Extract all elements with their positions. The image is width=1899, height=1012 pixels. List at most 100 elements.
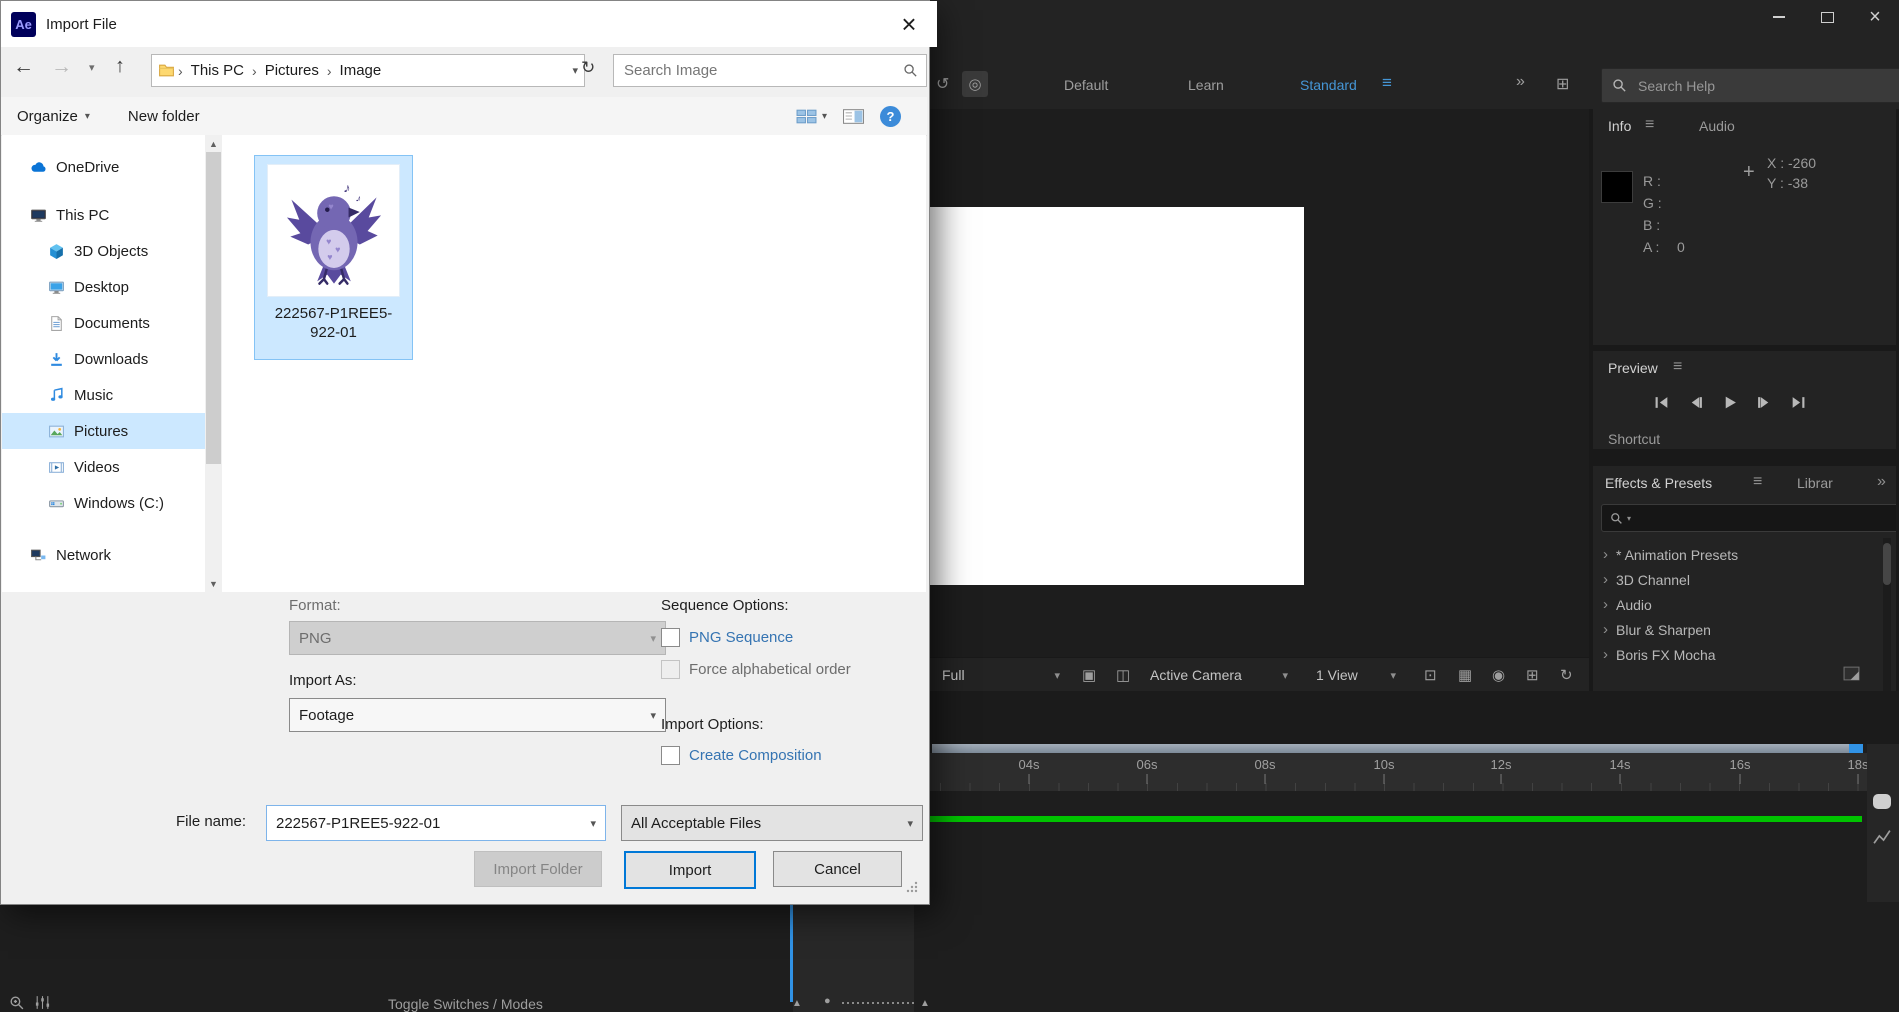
effects-tree-item[interactable]: › Blur & Sharpen (1603, 621, 1711, 638)
grid-guides-icon[interactable]: ▣ (1082, 666, 1096, 684)
back-button[interactable]: ← (13, 55, 34, 79)
panel-menu-icon[interactable]: ≡ (1753, 473, 1762, 491)
png-sequence-checkbox[interactable] (661, 628, 680, 647)
tab-libraries[interactable]: Librar (1797, 475, 1833, 491)
png-sequence-row[interactable]: PNG Sequence (661, 628, 793, 647)
scroll-up-icon[interactable]: ▲ (920, 998, 930, 1009)
scrollbar-thumb[interactable] (206, 152, 221, 464)
preview-pane-icon[interactable] (843, 108, 864, 125)
organize-menu[interactable]: Organize ▾ (17, 108, 90, 125)
choose-grid-icon[interactable]: ▦ (1458, 666, 1472, 684)
workspace-tab-learn[interactable]: Learn (1188, 77, 1224, 93)
exposure-icon[interactable]: ↻ (1560, 666, 1573, 684)
sidebar-item-downloads[interactable]: Downloads (2, 341, 205, 377)
breadcrumb-item-this-pc[interactable]: This PC (186, 62, 249, 79)
toggle-switches-button[interactable]: Toggle Switches / Modes (388, 996, 543, 1012)
first-frame-button[interactable] (1649, 391, 1675, 413)
file-type-dropdown[interactable]: All Acceptable Files ▾ (621, 805, 923, 841)
scroll-down-arrow[interactable]: ▼ (205, 575, 222, 592)
transparency-grid-icon[interactable]: ◫ (1116, 666, 1130, 684)
scroll-up-arrow[interactable]: ▲ (205, 135, 222, 152)
flowchart-icon[interactable]: ⊞ (1526, 666, 1539, 684)
breadcrumb-item-image[interactable]: Image (335, 62, 387, 79)
import-button[interactable]: Import (624, 851, 756, 889)
camera-dropdown[interactable]: Active Camera ▾ (1150, 658, 1288, 692)
sidebar-item-onedrive[interactable]: OneDrive (2, 149, 205, 185)
view-layout-dropdown[interactable]: 1 View ▾ (1316, 658, 1396, 692)
navigator-handle-icon[interactable]: ● (824, 995, 831, 1007)
file-name-input[interactable] (267, 814, 591, 832)
last-frame-button[interactable] (1785, 391, 1811, 413)
tab-audio[interactable]: Audio (1699, 118, 1735, 134)
switches-columns-icon[interactable] (34, 994, 51, 1011)
help-button[interactable]: ? (880, 105, 901, 127)
chevron-down-icon[interactable]: ▾ (590, 817, 605, 830)
cancel-button[interactable]: Cancel (773, 851, 902, 887)
change-view-button[interactable]: ▾ (796, 108, 827, 125)
panel-corner-widget-icon[interactable] (1843, 666, 1860, 681)
sidebar-item-windows-c[interactable]: Windows (C:) (2, 485, 205, 521)
import-as-dropdown[interactable]: Footage ▾ (289, 698, 666, 732)
recent-locations-icon[interactable]: ▾ (89, 61, 95, 74)
current-time-indicator-line[interactable] (790, 902, 793, 1002)
help-search-input[interactable] (1636, 76, 1899, 95)
create-composition-checkbox[interactable] (661, 746, 680, 765)
workspace-tab-default[interactable]: Default (1064, 77, 1108, 93)
new-folder-button[interactable]: New folder (128, 108, 200, 125)
magnification-dropdown[interactable]: Full ▾ (942, 658, 1060, 692)
sidebar-item-videos[interactable]: Videos (2, 449, 205, 485)
zoom-timeline-icon[interactable] (8, 994, 25, 1011)
close-window-button[interactable]: × (1851, 0, 1899, 34)
search-input[interactable] (622, 61, 903, 80)
file-name-combo[interactable]: ▾ (266, 805, 606, 841)
panel-menu-icon[interactable]: ≡ (1645, 116, 1654, 134)
scroll-up-icon[interactable]: ▲ (792, 998, 802, 1009)
maximize-button[interactable] (1803, 0, 1851, 34)
workspace-tab-standard[interactable]: Standard (1300, 77, 1357, 93)
composition-canvas[interactable] (928, 207, 1304, 585)
region-of-interest-icon[interactable]: ⊡ (1424, 666, 1437, 684)
camera-tool-icon[interactable]: ◎ (962, 71, 988, 97)
tab-preview[interactable]: Preview (1608, 360, 1658, 376)
panel-overflow-icon[interactable]: » (1877, 473, 1886, 491)
sidebar-item-music[interactable]: Music (2, 377, 205, 413)
timeline-navigator-handle[interactable] (1849, 744, 1863, 753)
minimize-button[interactable] (1755, 0, 1803, 34)
forward-button[interactable]: → (51, 55, 72, 79)
address-dropdown-icon[interactable]: ▾ (572, 64, 578, 77)
import-folder-button[interactable]: Import Folder (474, 851, 602, 887)
time-ruler[interactable]: 04s 06s 08s 10s 12s 14s 16s 18s (928, 753, 1867, 791)
effects-tree-item[interactable]: › 3D Channel (1603, 571, 1690, 588)
sidebar-item-pictures[interactable]: Pictures (2, 413, 205, 449)
next-frame-button[interactable] (1751, 391, 1777, 413)
tab-info[interactable]: Info (1608, 118, 1631, 134)
refresh-button[interactable]: ↻ (581, 58, 595, 78)
breadcrumb-item-pictures[interactable]: Pictures (260, 62, 324, 79)
effects-tree-item[interactable]: › Boris FX Mocha (1603, 646, 1716, 663)
sidebar-scrollbar[interactable]: ▲ ▼ (205, 135, 222, 592)
dialog-close-button[interactable]: × (881, 1, 937, 47)
effects-tree-item[interactable]: › Audio (1603, 596, 1652, 613)
search-box[interactable] (613, 54, 927, 87)
help-search-box[interactable] (1601, 68, 1899, 103)
sidebar-item-this-pc[interactable]: This PC (2, 197, 205, 233)
panel-menu-icon[interactable]: ≡ (1673, 358, 1682, 376)
snapshot-icon[interactable]: ◉ (1492, 666, 1505, 684)
tab-effects-presets[interactable]: Effects & Presets (1605, 475, 1712, 491)
scrollbar-thumb[interactable] (1883, 543, 1891, 585)
timeline-navigator[interactable] (932, 744, 1849, 753)
sidebar-item-3d-objects[interactable]: 3D Objects (2, 233, 205, 269)
search-icon[interactable] (903, 63, 918, 78)
effects-search-box[interactable]: ▾ (1601, 504, 1896, 532)
address-bar[interactable]: › This PC › Pictures › Image ▾ (151, 54, 585, 87)
graph-editor-icon[interactable] (1873, 830, 1892, 846)
effects-tree-item[interactable]: › * Animation Presets (1603, 546, 1738, 563)
dialog-titlebar[interactable]: Ae Import File × (1, 1, 937, 47)
create-composition-row[interactable]: Create Composition (661, 746, 822, 765)
previous-frame-button[interactable] (1683, 391, 1709, 413)
up-button[interactable]: ↑ (115, 55, 125, 78)
workspace-menu-icon[interactable]: ≡ (1382, 73, 1392, 93)
sidebar-item-network[interactable]: Network (2, 537, 205, 573)
resize-grip[interactable] (905, 880, 919, 894)
workspace-switcher-icon[interactable]: ⊞ (1556, 74, 1569, 94)
